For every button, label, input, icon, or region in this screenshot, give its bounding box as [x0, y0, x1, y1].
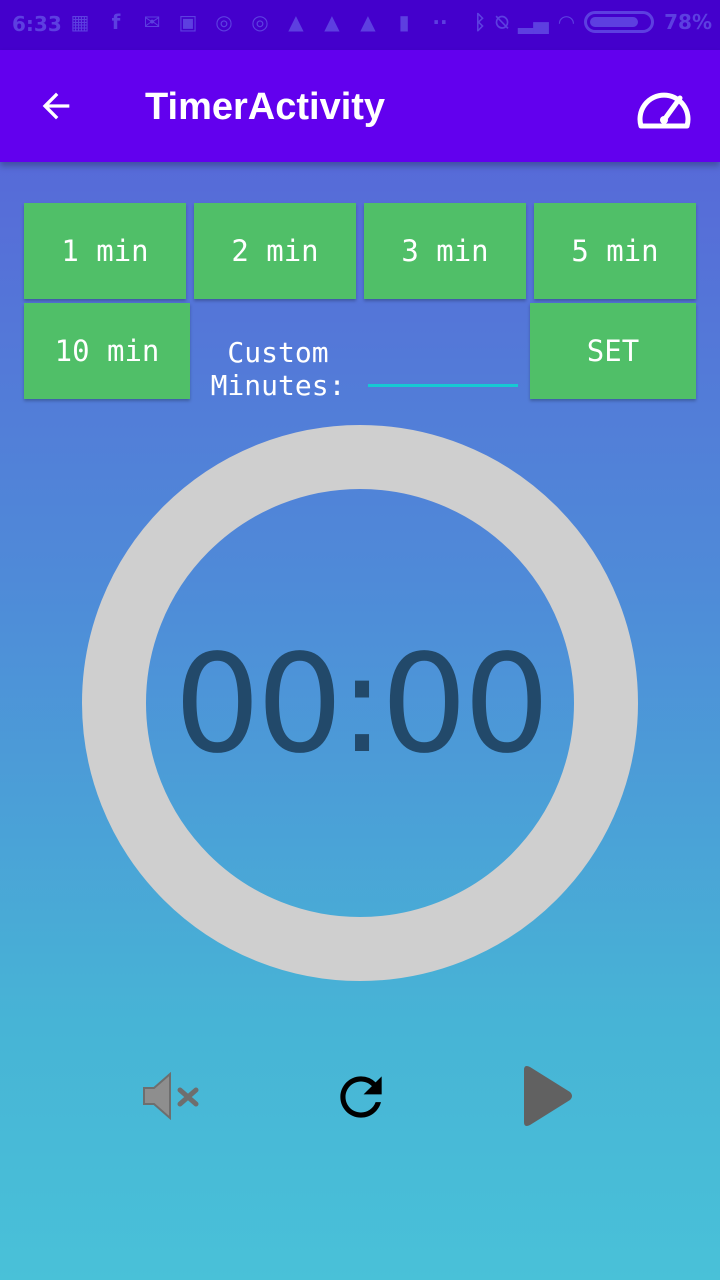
signal-icon: ▂▄ — [517, 10, 549, 34]
wifi-icon: ◠ — [558, 10, 575, 34]
bluetooth-icon: ᛒ — [473, 10, 486, 34]
preset-2-min-button[interactable]: 2 min — [194, 203, 356, 299]
status-time: 6:33 — [12, 12, 62, 36]
preset-10-min-button[interactable]: 10 min — [24, 303, 190, 399]
battery-icon — [584, 11, 655, 33]
preset-1-min-button[interactable]: 1 min — [24, 203, 186, 299]
volume-mute-icon[interactable] — [140, 1072, 202, 1120]
instagram-icon: ◎ — [251, 10, 269, 34]
set-button[interactable]: SET — [530, 303, 696, 399]
custom-label-line2: Minutes: — [210, 369, 346, 402]
notification-icons: ▦ f ✉ ▣ ◎ ◎ ▲ ▲ ▲ ▮ ·· — [68, 10, 452, 34]
warning-icon: ▲ — [288, 10, 304, 34]
status-right: ᛒ ⍉ ▂▄ ◠ 78% — [474, 10, 712, 34]
warning-icon: ▲ — [324, 10, 340, 34]
preset-5-min-button[interactable]: 5 min — [534, 203, 696, 299]
mail-icon: ✉ — [143, 10, 161, 34]
arrow-back-icon[interactable] — [36, 86, 76, 126]
custom-minutes-label: Custom Minutes: — [198, 336, 358, 402]
apps-icon: ▣ — [178, 10, 198, 34]
page-title: TimerActivity — [145, 86, 386, 128]
play-icon[interactable] — [520, 1064, 574, 1128]
sd-card-icon: ▮ — [398, 10, 410, 34]
refresh-icon[interactable] — [330, 1066, 392, 1128]
notifications-off-icon: ⍉ — [495, 10, 508, 34]
status-bar: 6:33 ▦ f ✉ ▣ ◎ ◎ ▲ ▲ ▲ ▮ ·· ᛒ ⍉ ▂▄ ◠ 78% — [0, 0, 720, 50]
more-dots-icon: ·· — [432, 10, 448, 34]
calendar-icon: ▦ — [70, 10, 90, 34]
speedometer-icon[interactable] — [636, 82, 692, 132]
timer-display: 00:00 — [174, 626, 550, 784]
app-bar: TimerActivity — [0, 50, 720, 162]
preset-3-min-button[interactable]: 3 min — [364, 203, 526, 299]
custom-label-line1: Custom — [227, 336, 329, 369]
custom-minutes-input[interactable] — [368, 370, 518, 387]
battery-percent: 78% — [664, 10, 712, 34]
warning-icon: ▲ — [360, 10, 376, 34]
instagram-icon: ◎ — [215, 10, 233, 34]
facebook-icon: f — [111, 10, 121, 34]
